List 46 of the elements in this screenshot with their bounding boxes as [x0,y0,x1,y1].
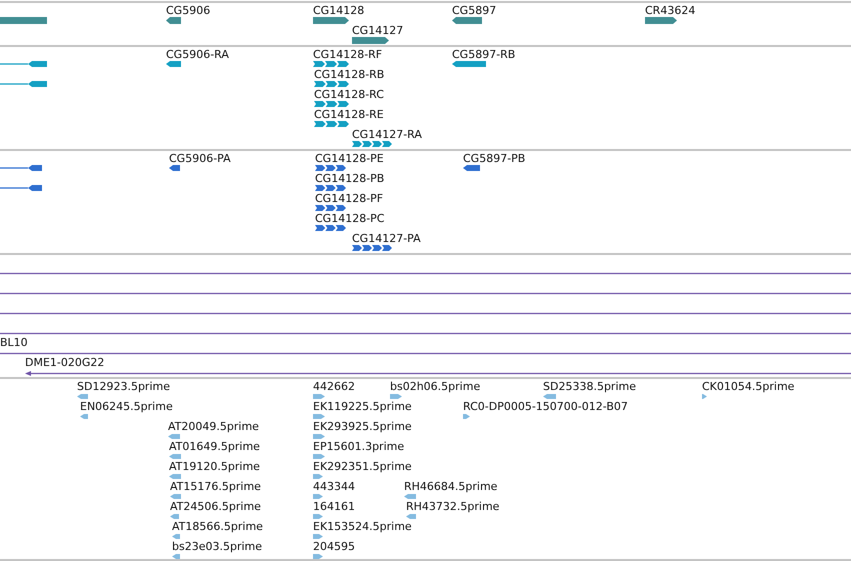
feature-label: EN06245.5prime [80,400,173,413]
feature-label: AT01649.5prime [169,440,260,453]
feature-label: BL10 [0,336,28,349]
feature-label: AT18566.5prime [172,520,263,533]
feature-label: SD12923.5prime [77,380,170,393]
feature-label: CG14128-RF [313,48,382,61]
feature-label: RH46684.5prime [404,480,498,493]
feature-label: AT24506.5prime [170,500,261,513]
feature-label: SD25338.5prime [543,380,636,393]
feature-label: CG14128-PB [315,172,384,185]
feature-label: 442662 [313,380,355,393]
feature-label: EK292351.5prime [313,460,412,473]
feature-label: CR43624 [645,4,696,17]
feature-label: EK293925.5prime [313,420,412,433]
feature-label: 164161 [313,500,355,513]
feature-label: EK153524.5prime [313,520,412,533]
feature-label: CG14128-PF [315,192,384,205]
feature-label: CG5906-PA [169,152,231,165]
feature-label: EP15601.3prime [313,440,404,453]
feature-label: CG5906-RA [166,48,229,61]
feature-label: bs02h06.5prime [390,380,480,393]
feature-label: CG14127-RA [352,128,422,141]
feature-label: CK01054.5prime [702,380,794,393]
feature-label: CG14128-RE [314,108,384,121]
feature-label: CG14127 [352,24,404,37]
feature-label: EK119225.5prime [313,400,412,413]
feature-label: AT20049.5prime [168,420,259,433]
feature-label: CG14128-RB [314,68,384,81]
feature-label: CG5897 [452,4,496,17]
feature-label: 204595 [313,540,355,553]
feature-label: RC0-DP0005-150700-012-B07 [463,400,628,413]
gene-bar [0,17,47,24]
feature-label: CG14128-PE [315,152,384,165]
feature-label: bs23e03.5prime [172,540,262,553]
feature-label: CG5897-RB [452,48,516,61]
feature-label: CG5897-PB [463,152,526,165]
feature-label: CG14127-PA [352,232,421,245]
feature-label: RH43732.5prime [406,500,500,513]
feature-label: CG14128-PC [315,212,384,225]
feature-label: 443344 [313,480,355,493]
feature-label: AT15176.5prime [170,480,261,493]
feature-label: DME1-020G22 [25,356,104,369]
feature-label: AT19120.5prime [169,460,260,473]
feature-label: CG14128 [313,4,364,17]
feature-label: CG14128-RC [314,88,384,101]
feature-label: CG5906 [166,4,210,17]
